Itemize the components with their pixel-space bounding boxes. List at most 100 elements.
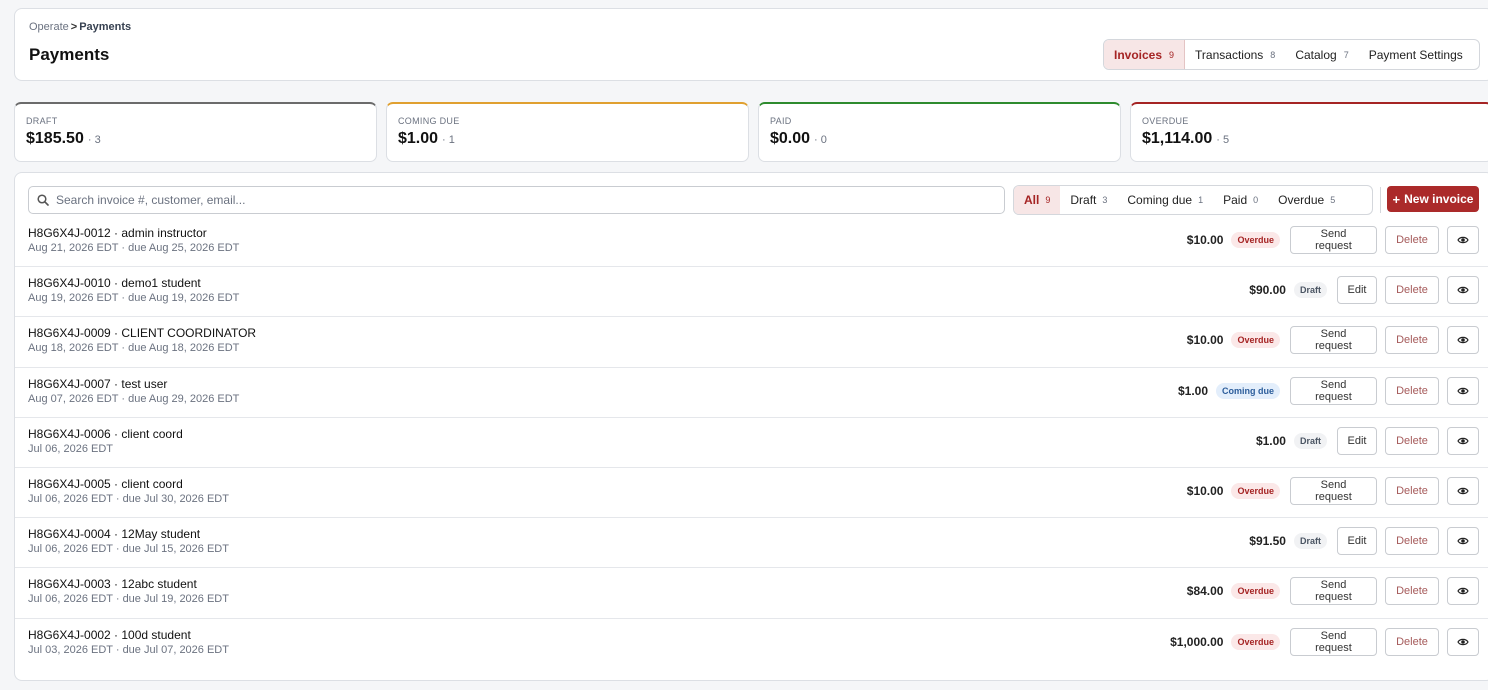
tab-label: Payment Settings: [1368, 47, 1463, 62]
stat-card-coming-due: COMING DUE $1.00 · 1: [386, 102, 749, 162]
eye-icon: [1457, 335, 1469, 345]
invoice-dates: Jul 06, 2026 EDT · due Jul 19, 2026 EDT: [28, 593, 229, 606]
status-badge: Draft: [1293, 432, 1327, 449]
row-actions: $90.00 Draft Edit Delete: [1249, 276, 1479, 305]
invoice-dates: Jul 06, 2026 EDT: [28, 442, 113, 455]
status-badge: Draft: [1293, 533, 1327, 550]
tab-catalog[interactable]: Catalog 7: [1285, 40, 1358, 69]
invoice-title[interactable]: H8G6X4J-0005 · client coord: [28, 477, 183, 491]
stat-count: · 5: [1216, 134, 1230, 146]
invoice-amount: $1.00: [1177, 383, 1208, 398]
stat-card-overdue: OVERDUE $1,114.00 · 5: [1130, 102, 1488, 162]
view-button[interactable]: [1447, 376, 1479, 405]
filter-count: 0: [1253, 195, 1259, 205]
view-button[interactable]: [1447, 426, 1479, 455]
tab-label: Catalog: [1295, 47, 1337, 62]
view-button[interactable]: [1447, 577, 1479, 606]
tab-payment-settings[interactable]: Payment Settings: [1359, 40, 1473, 69]
send-request-button[interactable]: Send request: [1290, 577, 1377, 606]
stat-label: PAID: [770, 116, 792, 126]
send-request-button[interactable]: Send request: [1290, 326, 1377, 355]
send-request-button[interactable]: Send request: [1290, 226, 1377, 254]
search-input[interactable]: [56, 193, 956, 207]
view-button[interactable]: [1447, 226, 1479, 254]
status-badge: Coming due: [1216, 382, 1280, 399]
invoice-title[interactable]: H8G6X4J-0002 · 100d student: [28, 628, 191, 642]
filter-count: 1: [1198, 195, 1204, 205]
delete-button[interactable]: Delete: [1385, 426, 1439, 455]
breadcrumb-parent[interactable]: Operate: [29, 21, 69, 33]
table-row: H8G6X4J-0009 · CLIENT COORDINATOR Aug 18,…: [15, 317, 1488, 368]
filter-label: Overdue: [1278, 193, 1325, 207]
tab-count: 7: [1343, 49, 1349, 60]
edit-button[interactable]: Edit: [1337, 527, 1377, 556]
tab-count: 9: [1169, 49, 1175, 60]
invoice-title[interactable]: H8G6X4J-0010 · demo1 student: [28, 276, 201, 290]
delete-button[interactable]: Delete: [1385, 276, 1439, 305]
breadcrumb-separator: >: [70, 21, 78, 33]
invoice-amount: $10.00: [1186, 333, 1224, 348]
status-badge: Overdue: [1231, 633, 1280, 650]
invoice-title[interactable]: H8G6X4J-0012 · admin instructor: [28, 226, 207, 240]
new-invoice-label: New invoice: [1404, 192, 1474, 206]
invoice-title[interactable]: H8G6X4J-0004 · 12May student: [28, 527, 200, 541]
invoice-title[interactable]: H8G6X4J-0009 · CLIENT COORDINATOR: [28, 326, 256, 340]
invoice-amount: $1.00: [1255, 433, 1286, 448]
invoice-amount: $10.00: [1186, 233, 1224, 247]
filter-label: Coming due: [1127, 193, 1193, 207]
filter-draft[interactable]: Draft 3: [1060, 186, 1117, 214]
new-invoice-button[interactable]: + New invoice: [1387, 186, 1479, 212]
stat-label: COMING DUE: [398, 116, 460, 126]
send-request-button[interactable]: Send request: [1290, 627, 1377, 656]
send-request-button[interactable]: Send request: [1290, 376, 1377, 405]
eye-icon: [1457, 586, 1469, 596]
invoice-title[interactable]: H8G6X4J-0006 · client coord: [28, 427, 183, 441]
search-box[interactable]: [28, 186, 1005, 214]
filter-overdue[interactable]: Overdue 5: [1268, 186, 1345, 214]
invoice-amount: $91.50: [1249, 534, 1286, 549]
view-button[interactable]: [1447, 476, 1479, 505]
invoice-dates: Jul 06, 2026 EDT · due Jul 30, 2026 EDT: [28, 492, 229, 505]
delete-button[interactable]: Delete: [1385, 476, 1439, 505]
invoice-title[interactable]: H8G6X4J-0003 · 12abc student: [28, 577, 197, 591]
delete-button[interactable]: Delete: [1385, 627, 1439, 656]
tab-invoices[interactable]: Invoices 9: [1104, 40, 1186, 69]
filter-coming-due[interactable]: Coming due 1: [1117, 186, 1213, 214]
delete-button[interactable]: Delete: [1385, 226, 1439, 254]
stat-value: $1.00: [398, 130, 439, 147]
status-badge: Overdue: [1231, 232, 1280, 248]
eye-icon: [1457, 486, 1469, 496]
delete-button[interactable]: Delete: [1385, 527, 1439, 556]
stat-card-draft: DRAFT $185.50 · 3: [14, 102, 377, 162]
invoice-title[interactable]: H8G6X4J-0007 · test user: [28, 377, 167, 391]
eye-icon: [1457, 536, 1469, 546]
edit-button[interactable]: Edit: [1337, 426, 1377, 455]
view-button[interactable]: [1447, 627, 1479, 656]
filter-label: Paid: [1223, 193, 1248, 207]
delete-button[interactable]: Delete: [1385, 376, 1439, 405]
stat-label: OVERDUE: [1142, 116, 1189, 126]
edit-button[interactable]: Edit: [1337, 276, 1377, 305]
tab-count: 8: [1270, 49, 1276, 60]
table-row: H8G6X4J-0006 · client coord Jul 06, 2026 …: [15, 418, 1488, 468]
delete-button[interactable]: Delete: [1385, 577, 1439, 606]
stat-card-paid: PAID $0.00 · 0: [758, 102, 1121, 162]
page-header: Operate > Payments Payments Invoices 9 T…: [14, 8, 1488, 81]
filter-paid[interactable]: Paid 0: [1213, 186, 1268, 214]
row-actions: $1.00 Coming due Send request Delete: [1177, 376, 1479, 405]
eye-icon: [1457, 235, 1469, 245]
row-actions: $1,000.00 Overdue Send request Delete: [1170, 627, 1479, 656]
table-row: H8G6X4J-0002 · 100d student Jul 03, 2026 …: [15, 619, 1488, 669]
breadcrumb: Operate > Payments: [29, 21, 131, 33]
view-button[interactable]: [1447, 276, 1479, 305]
status-badge: Overdue: [1231, 482, 1280, 499]
invoice-dates: Jul 06, 2026 EDT · due Jul 15, 2026 EDT: [28, 543, 229, 556]
delete-button[interactable]: Delete: [1385, 326, 1439, 355]
eye-icon: [1457, 386, 1469, 396]
send-request-button[interactable]: Send request: [1290, 476, 1377, 505]
tab-transactions[interactable]: Transactions 8: [1185, 40, 1285, 69]
view-button[interactable]: [1447, 326, 1479, 355]
view-button[interactable]: [1447, 527, 1479, 556]
eye-icon: [1457, 436, 1469, 446]
filter-all[interactable]: All 9: [1014, 186, 1061, 214]
